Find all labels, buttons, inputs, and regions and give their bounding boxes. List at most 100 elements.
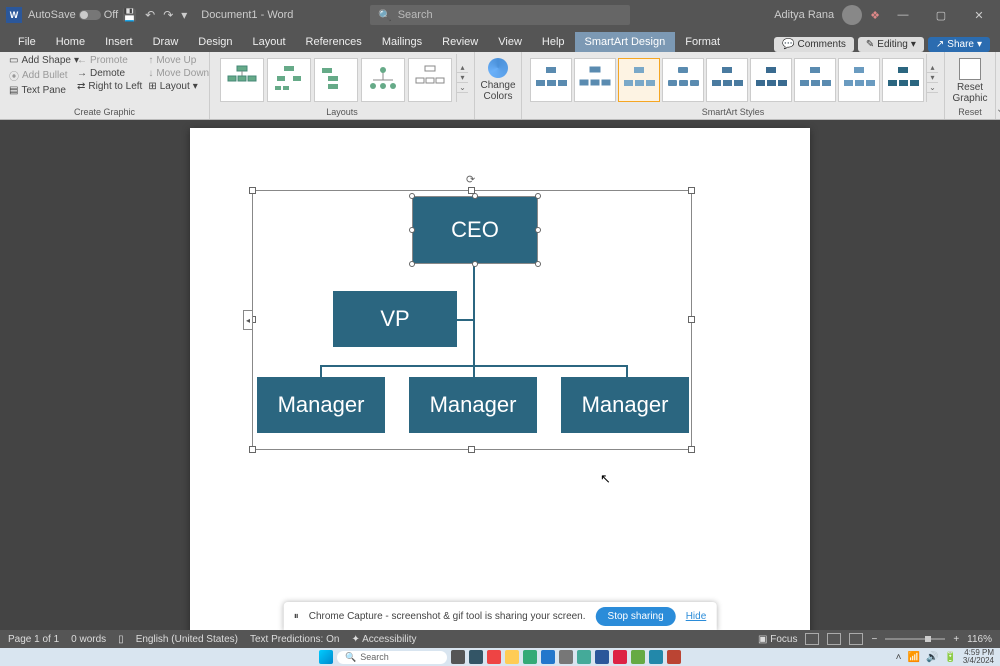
layout-option-5[interactable] (408, 58, 452, 102)
start-button[interactable] (319, 650, 333, 664)
demote-button[interactable]: →Demote (74, 67, 145, 80)
node-manager-1[interactable]: Manager (257, 377, 385, 433)
taskbar-word-icon[interactable] (595, 650, 609, 664)
node-vp[interactable]: VP (333, 291, 457, 347)
spell-check-icon[interactable]: ▯ (118, 634, 124, 645)
taskbar-app-icon[interactable] (613, 650, 627, 664)
undo-icon[interactable]: ↶ (145, 8, 155, 22)
taskbar-clock[interactable]: 4:59 PM 3/4/2024 (963, 649, 994, 665)
shape-handle[interactable] (409, 227, 415, 233)
editing-button[interactable]: ✎Editing▾ (858, 37, 924, 52)
style-option-9[interactable] (882, 58, 924, 102)
shape-handle[interactable] (535, 227, 541, 233)
collapse-ribbon-button[interactable]: ⌄ (996, 52, 1000, 119)
stop-sharing-button[interactable]: Stop sharing (596, 607, 676, 626)
maximize-button[interactable]: ▢ (926, 9, 956, 22)
layout-button[interactable]: ⊞Layout▾ (145, 80, 211, 93)
reset-graphic-button[interactable]: Reset Graphic (951, 54, 989, 104)
taskbar-app-icon[interactable] (505, 650, 519, 664)
tab-view[interactable]: View (488, 32, 532, 52)
tab-format[interactable]: Format (675, 32, 730, 52)
web-layout-icon[interactable] (849, 633, 863, 645)
hide-share-link[interactable]: Hide (686, 611, 707, 622)
ribbon-display-icon[interactable]: ❖ (870, 9, 880, 22)
[interactable] (535, 261, 541, 267)
tab-insert[interactable]: Insert (95, 32, 143, 52)
save-icon[interactable]: 💾 (122, 8, 137, 22)
tab-references[interactable]: References (296, 32, 372, 52)
autosave-toggle[interactable]: AutoSave Off (28, 9, 118, 21)
taskbar-app-icon[interactable] (541, 650, 555, 664)
taskbar-app-icon[interactable] (523, 650, 537, 664)
add-shape-button[interactable]: ▭Add Shape▾ (6, 54, 74, 67)
shape-handle[interactable] (472, 261, 478, 267)
battery-icon[interactable]: 🔋 (944, 652, 956, 663)
shape-handle[interactable] (409, 193, 415, 199)
text-pane-toggle[interactable]: ◂ (243, 310, 253, 330)
text-pane-button[interactable]: ▤Text Pane (6, 84, 74, 97)
node-manager-3[interactable]: Manager (561, 377, 689, 433)
zoom-level[interactable]: 116% (967, 634, 992, 645)
user-avatar-icon[interactable] (842, 5, 862, 25)
shape-handle[interactable] (472, 193, 478, 199)
right-to-left-button[interactable]: ⇄Right to Left (74, 80, 145, 93)
page[interactable]: ⟳ ◂ CEO (190, 128, 810, 631)
taskbar-search[interactable]: 🔍Search (337, 651, 447, 664)
zoom-out-icon[interactable]: − (871, 634, 877, 645)
search-box[interactable]: 🔍 Search (370, 5, 630, 25)
taskbar-app-icon[interactable] (559, 650, 573, 664)
close-button[interactable]: ✕ (964, 9, 994, 22)
tab-design[interactable]: Design (188, 32, 242, 52)
document-area[interactable]: ⟳ ◂ CEO (0, 120, 1000, 631)
tab-review[interactable]: Review (432, 32, 488, 52)
language-status[interactable]: English (United States) (136, 634, 238, 645)
focus-mode[interactable]: ▣ Focus (758, 634, 797, 645)
taskbar-app-icon[interactable] (577, 650, 591, 664)
shape-handle[interactable] (535, 193, 541, 199)
style-option-7[interactable] (794, 58, 836, 102)
print-layout-icon[interactable] (827, 633, 841, 645)
wifi-icon[interactable]: 📶 (908, 652, 920, 663)
style-option-1[interactable] (530, 58, 572, 102)
zoom-in-icon[interactable]: + (953, 634, 959, 645)
taskbar-app-icon[interactable] (649, 650, 663, 664)
change-colors-button[interactable]: Change Colors (481, 54, 515, 102)
taskbar-app-icon[interactable] (487, 650, 501, 664)
tray-chevron-icon[interactable]: ˄ (896, 652, 902, 663)
layouts-more[interactable]: ▴▾⌄ (456, 54, 468, 102)
taskbar-app-icon[interactable] (667, 650, 681, 664)
autosave-switch-icon[interactable] (79, 10, 101, 20)
style-option-8[interactable] (838, 58, 880, 102)
page-info[interactable]: Page 1 of 1 (8, 634, 59, 645)
volume-icon[interactable]: 🔊 (926, 652, 938, 663)
taskbar-app-icon[interactable] (631, 650, 645, 664)
comments-button[interactable]: 💬Comments (774, 37, 854, 52)
layout-option-1[interactable] (220, 58, 264, 102)
read-mode-icon[interactable] (805, 633, 819, 645)
tab-file[interactable]: File (8, 32, 46, 52)
qat-dropdown-icon[interactable]: ▾ (181, 8, 187, 22)
style-option-3[interactable] (618, 58, 660, 102)
layout-option-2[interactable] (267, 58, 311, 102)
layout-option-4[interactable] (361, 58, 405, 102)
tab-home[interactable]: Home (46, 32, 95, 52)
user-name[interactable]: Aditya Rana (774, 9, 834, 21)
redo-icon[interactable]: ↷ (163, 8, 173, 22)
style-option-5[interactable] (706, 58, 748, 102)
style-option-4[interactable] (662, 58, 704, 102)
node-ceo[interactable]: CEO (413, 197, 537, 263)
rotate-handle-icon[interactable]: ⟳ (466, 173, 478, 185)
node-manager-2[interactable]: Manager (409, 377, 537, 433)
text-predictions[interactable]: Text Predictions: On (250, 634, 339, 645)
smartart-frame[interactable]: ⟳ ◂ CEO (252, 190, 692, 450)
layout-option-3[interactable] (314, 58, 358, 102)
task-view-icon[interactable] (451, 650, 465, 664)
minimize-button[interactable]: — (888, 9, 918, 21)
taskbar-app-icon[interactable] (469, 650, 483, 664)
accessibility-status[interactable]: ✦ Accessibility (351, 634, 416, 645)
tab-smartart-design[interactable]: SmartArt Design (575, 32, 676, 52)
tab-mailings[interactable]: Mailings (372, 32, 432, 52)
word-count[interactable]: 0 words (71, 634, 106, 645)
tab-draw[interactable]: Draw (143, 32, 189, 52)
zoom-slider[interactable] (885, 638, 945, 640)
